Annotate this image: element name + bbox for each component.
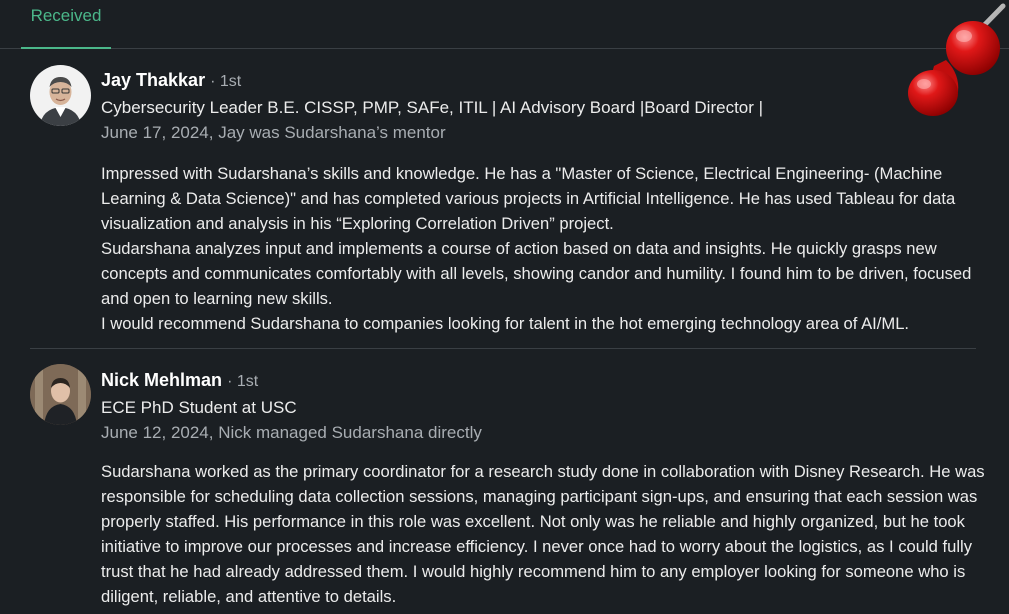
recommender-headline: ECE PhD Student at USC	[101, 398, 297, 417]
recommendation-meta: June 12, 2024, Nick managed Sudarshana d…	[101, 423, 482, 442]
recommendation-paragraph: I would recommend Sudarshana to companie…	[101, 314, 910, 333]
recommender-name[interactable]: Nick Mehlman	[101, 370, 222, 390]
name-line: Jay Thakkar · 1st	[101, 70, 241, 91]
recommender-headline: Cybersecurity Leader B.E. CISSP, PMP, SA…	[101, 98, 764, 117]
name-line: Nick Mehlman · 1st	[101, 370, 258, 391]
avatar-jay-thakkar[interactable]	[30, 65, 91, 126]
recommendation-text: Sudarshana worked as the primary coordin…	[101, 459, 986, 609]
red-pushpin-icon	[900, 0, 1009, 125]
recommendation-text: Impressed with Sudarshana’s skills and k…	[101, 161, 986, 336]
recommendation-meta: June 17, 2024, Jay was Sudarshana’s ment…	[101, 123, 446, 142]
recommender-name[interactable]: Jay Thakkar	[101, 70, 205, 90]
recommendation-paragraph: Impressed with Sudarshana’s skills and k…	[101, 164, 956, 233]
tab-received[interactable]: Received	[21, 0, 111, 49]
divider	[30, 348, 976, 349]
connection-degree: · 1st	[227, 373, 259, 390]
avatar-nick-mehlman[interactable]	[30, 364, 91, 425]
connection-degree: · 1st	[210, 73, 242, 90]
recommendation-paragraph: Sudarshana worked as the primary coordin…	[101, 462, 985, 606]
recommendation-paragraph: Sudarshana analyzes input and implements…	[101, 239, 972, 308]
tab-bar: Received	[0, 0, 1009, 49]
